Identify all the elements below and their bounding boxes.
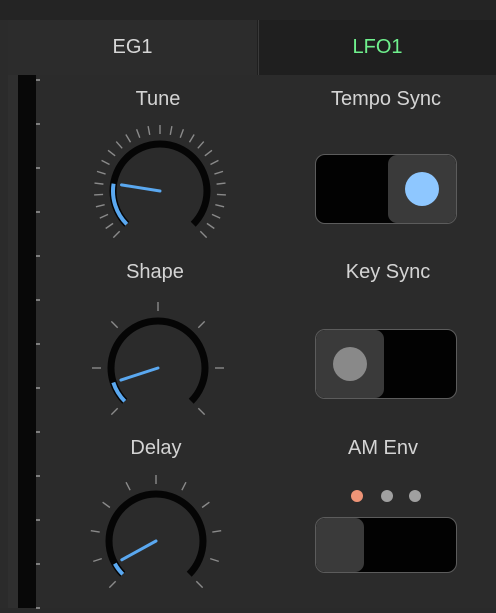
knob-tick [125,481,131,491]
knob-tick [211,213,221,219]
knob-tick [197,141,205,149]
knob-tick [212,529,222,533]
meter-tick [36,475,40,477]
am-env-switch[interactable] [315,517,457,573]
lfo-controls: Tune Shape Delay Tempo Sync Key Sync AM … [36,75,496,608]
knob-tick [93,557,103,563]
knob-tick [215,203,225,208]
knob-tick [107,149,116,157]
knob-tick [216,182,226,185]
knob-tick [197,407,206,416]
knob-tick [188,134,195,143]
knob-tick [135,129,141,138]
knob-tick [94,182,104,185]
knob-tick [108,580,117,589]
meter-tick [36,431,40,433]
key-sync-indicator [333,347,367,381]
meter-tick [36,167,40,169]
key-sync-label: Key Sync [345,261,431,283]
top-strip [0,0,496,20]
knob-tick [179,129,185,138]
meter-tick [36,211,40,213]
knob-tick [110,407,119,416]
meter-tick [36,563,40,565]
knob-track [105,490,207,577]
knob-tick [201,501,210,509]
knob-tick [112,230,121,239]
knob-tick [110,320,119,329]
tab-eg1[interactable]: EG1 [8,20,258,75]
knob-tick [204,149,213,157]
left-rail [8,75,18,608]
am-env-mode-2-dot [381,490,393,502]
knob-tick [147,125,151,136]
knob-tick [99,213,109,219]
knob-track [109,140,211,227]
level-meter [18,75,36,608]
meter-tick [36,343,40,345]
am-env-thumb [316,518,364,572]
am-env-label: AM Env [347,437,419,459]
knob-tick [169,125,173,136]
am-env-mode-3-dot [409,490,421,502]
knob-track [107,317,209,404]
delay-knob[interactable] [76,453,236,613]
meter-tick [36,299,40,301]
knob-tick [214,170,224,175]
lfo-panel: EG1 LFO1 Tune Shape Delay Tempo Sync Key… [0,0,496,609]
knob-pointer [119,366,160,382]
tempo-sync-toggle[interactable] [315,154,457,224]
knob-tick [206,222,215,230]
meter-tick [36,123,40,125]
knob-tick [181,481,187,491]
knob-pointer [119,183,162,193]
knob-tick [195,580,204,589]
knob-tick [197,320,206,329]
knob-tick [199,230,208,239]
key-sync-toggle[interactable] [315,329,457,399]
am-env-mode-1-dot [351,490,363,502]
meter-tick [36,519,40,521]
knob-tick [101,159,110,166]
meter-tick [36,607,40,609]
knob-tick [115,141,123,149]
knob-tick [216,193,226,196]
knob-tick [210,159,219,166]
knob-tick [105,222,114,230]
meter-tick [36,255,40,257]
knob-tick [94,193,104,196]
meter-tick [36,79,40,81]
knob-tick [90,529,100,533]
shape-knob[interactable] [78,280,238,440]
knob-tick [96,170,106,175]
knob-tick [125,134,132,143]
knob-tick [209,557,219,563]
knob-tick [102,501,111,509]
tab-bar: EG1 LFO1 [8,20,496,75]
tab-lfo1[interactable]: LFO1 [258,20,496,75]
knob-tick [95,203,105,208]
meter-tick [36,387,40,389]
tempo-sync-label: Tempo Sync [330,88,442,110]
tempo-sync-indicator [405,172,439,206]
knob-pointer [120,539,158,562]
tune-knob[interactable] [80,103,240,263]
